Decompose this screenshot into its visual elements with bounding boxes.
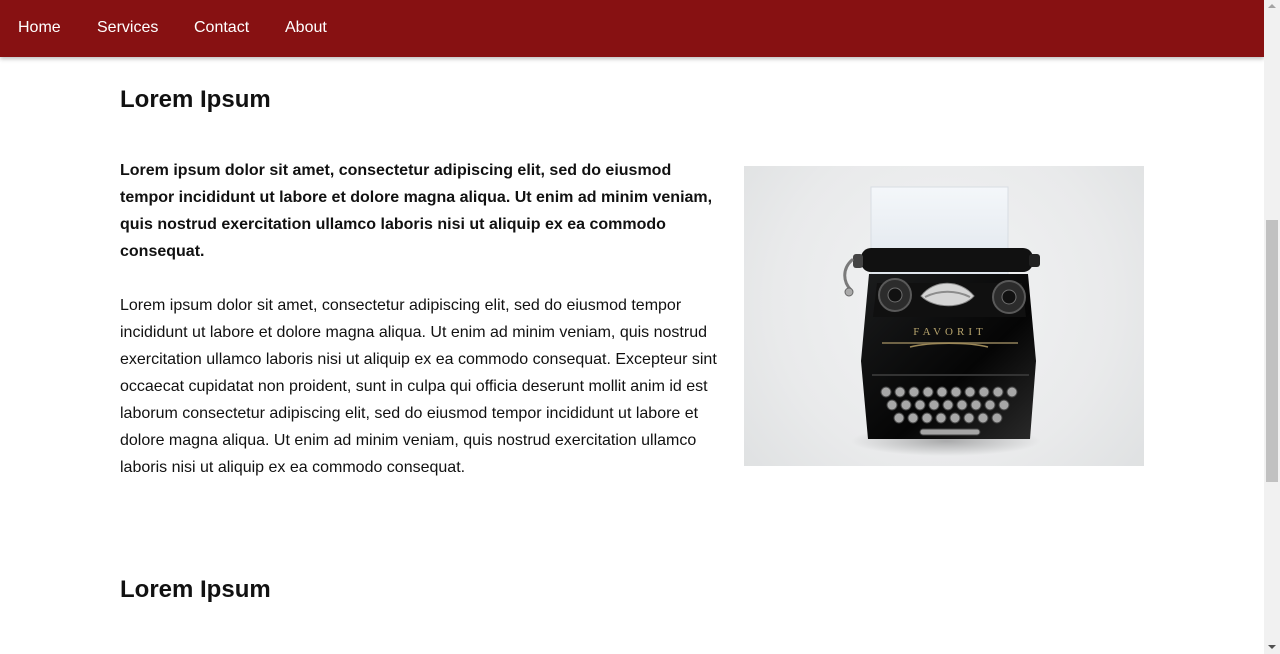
top-navigation-bar: Home Services Contact About — [0, 0, 1264, 57]
second-section-heading: Lorem Ipsum — [120, 576, 271, 603]
scroll-up-arrow-icon[interactable] — [1268, 4, 1276, 8]
scroll-down-arrow-icon[interactable] — [1268, 645, 1276, 649]
nav-link-contact[interactable]: Contact — [194, 18, 249, 38]
page-viewport: Home Services Contact About Lorem Ipsum … — [0, 0, 1264, 654]
section-intro-text: Lorem ipsum dolor sit amet, consectetur … — [120, 162, 713, 260]
scrollbar-thumb[interactable] — [1266, 220, 1278, 482]
vertical-scrollbar[interactable] — [1264, 0, 1280, 654]
nav-link-services[interactable]: Services — [97, 18, 158, 38]
typewriter-icon: FAVORIT — [843, 186, 1041, 456]
typewriter-brand-label: FAVORIT — [913, 326, 986, 338]
section-heading: Lorem Ipsum — [120, 86, 271, 113]
section-body-text: Lorem ipsum dolor sit amet, consectetur … — [120, 297, 717, 476]
nav-link-about[interactable]: About — [285, 18, 327, 38]
typewriter-photo: FAVORIT — [744, 166, 1144, 466]
nav-link-home[interactable]: Home — [18, 18, 61, 38]
